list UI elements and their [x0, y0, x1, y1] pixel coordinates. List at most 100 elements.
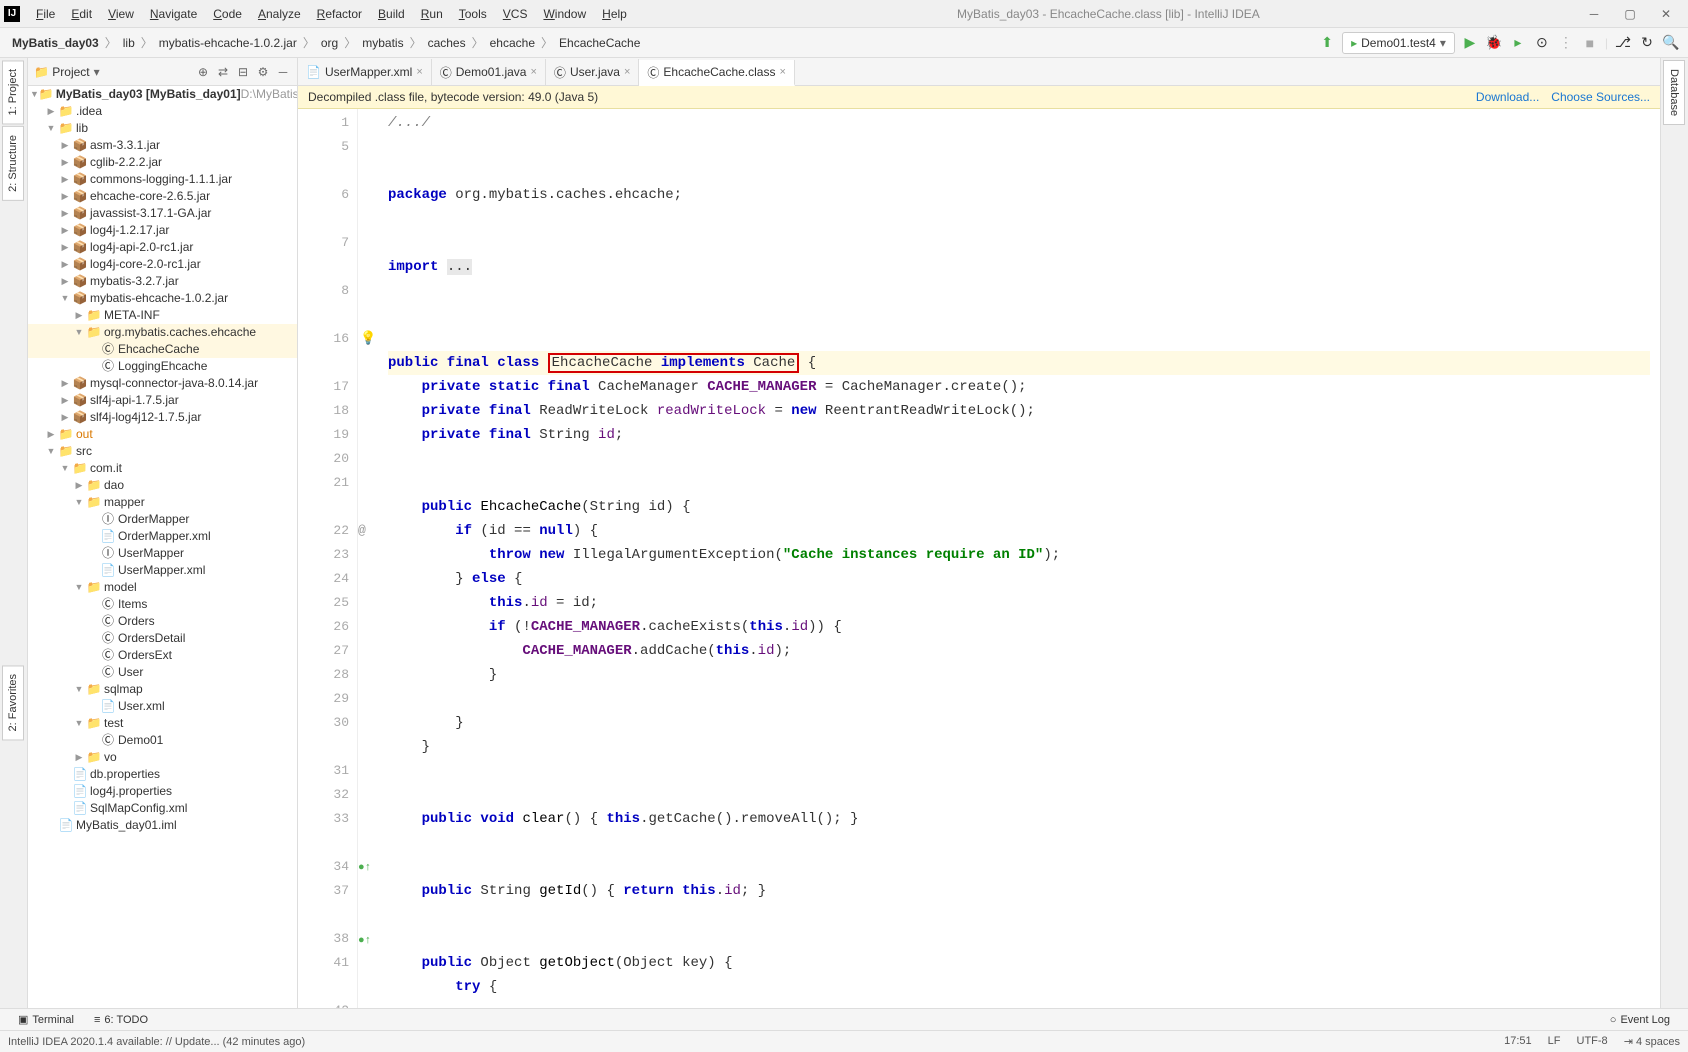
tree-item[interactable]: ▼📦mybatis-ehcache-1.0.2.jar — [28, 290, 297, 307]
tree-item[interactable]: ▼📁test — [28, 715, 297, 732]
tree-item[interactable]: ⒸLoggingEhcache — [28, 358, 297, 375]
breadcrumb-item[interactable]: lib — [119, 34, 139, 52]
project-tool-tab[interactable]: 1: Project — [2, 60, 24, 124]
tree-item[interactable]: ▶📦mysql-connector-java-8.0.14.jar — [28, 375, 297, 392]
menu-refactor[interactable]: Refactor — [309, 3, 370, 25]
terminal-tab[interactable]: ▣ Terminal — [8, 1013, 84, 1026]
debug-button[interactable]: 🐞 — [1485, 34, 1503, 52]
maximize-button[interactable]: ▢ — [1618, 4, 1642, 24]
tree-item[interactable]: 📄User.xml — [28, 698, 297, 715]
tree-item[interactable]: ▼📁mapper — [28, 494, 297, 511]
tree-item[interactable]: ⒾUserMapper — [28, 545, 297, 562]
breadcrumb-item[interactable]: EhcacheCache — [555, 34, 644, 52]
stop-button[interactable]: ■ — [1581, 34, 1599, 52]
update-button[interactable]: ↻ — [1638, 34, 1656, 52]
choose-sources-link[interactable]: Choose Sources... — [1551, 90, 1650, 104]
code-content[interactable]: /.../ package org.mybatis.caches.ehcache… — [378, 109, 1660, 1008]
tree-item[interactable]: 📄SqlMapConfig.xml — [28, 800, 297, 817]
tree-item[interactable]: ▼📁lib — [28, 120, 297, 137]
settings-icon[interactable]: ⚙ — [255, 64, 271, 80]
menu-view[interactable]: View — [100, 3, 142, 25]
minimize-button[interactable]: ─ — [1582, 4, 1606, 24]
tree-item[interactable]: ⒸOrdersDetail — [28, 630, 297, 647]
collapse-icon[interactable]: ⊟ — [235, 64, 251, 80]
breadcrumb-item[interactable]: mybatis-ehcache-1.0.2.jar — [155, 34, 301, 52]
breadcrumb-item[interactable]: org — [317, 34, 342, 52]
download-link[interactable]: Download... — [1476, 90, 1539, 104]
git-button[interactable]: ⎇ — [1614, 34, 1632, 52]
close-icon[interactable]: × — [530, 66, 536, 78]
tree-item[interactable]: ▶📦commons-logging-1.1.1.jar — [28, 171, 297, 188]
tree-item[interactable]: ⒸUser — [28, 664, 297, 681]
tree-item[interactable]: ⒸEhcacheCache — [28, 341, 297, 358]
menu-file[interactable]: File — [28, 3, 63, 25]
tree-item[interactable]: ▼📁org.mybatis.caches.ehcache — [28, 324, 297, 341]
breadcrumb[interactable]: MyBatis_day03〉lib〉mybatis-ehcache-1.0.2.… — [8, 34, 644, 52]
tree-item[interactable]: 📄OrderMapper.xml — [28, 528, 297, 545]
favorites-tool-tab[interactable]: 2: Favorites — [2, 665, 24, 740]
indent-info[interactable]: 4 spaces — [1636, 1036, 1680, 1048]
tree-item[interactable]: ▶📦log4j-core-2.0-rc1.jar — [28, 256, 297, 273]
menu-analyze[interactable]: Analyze — [250, 3, 309, 25]
status-message[interactable]: IntelliJ IDEA 2020.1.4 available: // Upd… — [8, 1036, 305, 1048]
caret-position[interactable]: 17:51 — [1504, 1035, 1532, 1048]
breadcrumb-item[interactable]: MyBatis_day03 — [8, 34, 103, 52]
menu-run[interactable]: Run — [413, 3, 451, 25]
menu-code[interactable]: Code — [205, 3, 250, 25]
tree-item[interactable]: ▶📁META-INF — [28, 307, 297, 324]
search-icon[interactable]: 🔍 — [1662, 34, 1680, 52]
breadcrumb-item[interactable]: mybatis — [358, 34, 407, 52]
database-tool-tab[interactable]: Database — [1663, 60, 1685, 125]
tree-item[interactable]: ⒸOrders — [28, 613, 297, 630]
code-editor[interactable]: 15 6 7 8 16 1718192021 22232425262728293… — [298, 109, 1660, 1008]
menu-navigate[interactable]: Navigate — [142, 3, 205, 25]
menu-window[interactable]: Window — [535, 3, 594, 25]
tree-item[interactable]: 📄log4j.properties — [28, 783, 297, 800]
todo-tab[interactable]: ≡ 6: TODO — [84, 1014, 158, 1026]
line-gutter[interactable]: 15 6 7 8 16 1718192021 22232425262728293… — [298, 109, 358, 1008]
structure-tool-tab[interactable]: 2: Structure — [2, 126, 24, 201]
tree-item[interactable]: ▶📦cglib-2.2.2.jar — [28, 154, 297, 171]
tree-item[interactable]: ▶📦slf4j-log4j12-1.7.5.jar — [28, 409, 297, 426]
tree-item[interactable]: ⒸOrdersExt — [28, 647, 297, 664]
profile-button[interactable]: ⊙ — [1533, 34, 1551, 52]
tree-item[interactable]: 📄MyBatis_day01.iml — [28, 817, 297, 834]
tree-item[interactable]: ▼📁com.it — [28, 460, 297, 477]
tree-item[interactable]: ▶📦javassist-3.17.1-GA.jar — [28, 205, 297, 222]
attach-button[interactable]: ⋮ — [1557, 34, 1575, 52]
editor-tab[interactable]: ⒸEhcacheCache.class× — [639, 60, 795, 86]
tree-item[interactable]: ⒾOrderMapper — [28, 511, 297, 528]
run-config-select[interactable]: ▸ Demo01.test4 ▾ — [1342, 32, 1455, 54]
expand-icon[interactable]: ⇄ — [215, 64, 231, 80]
hide-icon[interactable]: ─ — [275, 64, 291, 80]
menu-vcs[interactable]: VCS — [495, 3, 536, 25]
run-button[interactable]: ▶ — [1461, 34, 1479, 52]
menu-help[interactable]: Help — [594, 3, 635, 25]
tree-item[interactable]: ▶📁vo — [28, 749, 297, 766]
project-tree[interactable]: ▼📁MyBatis_day03 [MyBatis_day01] D:\MyBat… — [28, 86, 297, 1008]
tree-item[interactable]: ▶📦mybatis-3.2.7.jar — [28, 273, 297, 290]
tree-item[interactable]: ▶📦log4j-api-2.0-rc1.jar — [28, 239, 297, 256]
tree-item[interactable]: 📄UserMapper.xml — [28, 562, 297, 579]
tree-item[interactable]: ▶📁out — [28, 426, 297, 443]
breadcrumb-item[interactable]: caches — [424, 34, 470, 52]
project-panel-header[interactable]: 📁 Project ▾ ⊕ ⇄ ⊟ ⚙ ─ — [28, 58, 297, 86]
close-icon[interactable]: × — [624, 66, 630, 78]
editor-tab[interactable]: 📄UserMapper.xml× — [298, 59, 432, 85]
line-ending[interactable]: LF — [1548, 1035, 1561, 1048]
tree-item[interactable]: ▼📁model — [28, 579, 297, 596]
menu-build[interactable]: Build — [370, 3, 413, 25]
editor-tab[interactable]: ⒸDemo01.java× — [432, 59, 546, 85]
menu-edit[interactable]: Edit — [63, 3, 100, 25]
tree-item[interactable]: ⒸDemo01 — [28, 732, 297, 749]
close-icon[interactable]: × — [779, 66, 785, 78]
coverage-button[interactable]: ▸ — [1509, 34, 1527, 52]
tree-item[interactable]: ▶📁.idea — [28, 103, 297, 120]
tree-item[interactable]: 📄db.properties — [28, 766, 297, 783]
tree-item[interactable]: ▼📁sqlmap — [28, 681, 297, 698]
tree-item[interactable]: ▶📦log4j-1.2.17.jar — [28, 222, 297, 239]
encoding[interactable]: UTF-8 — [1577, 1035, 1608, 1048]
tree-item[interactable]: ⒸItems — [28, 596, 297, 613]
close-icon[interactable]: × — [416, 66, 422, 78]
marker-gutter[interactable]: @ ●↑ ●↑ ●↑ — [358, 109, 378, 1008]
